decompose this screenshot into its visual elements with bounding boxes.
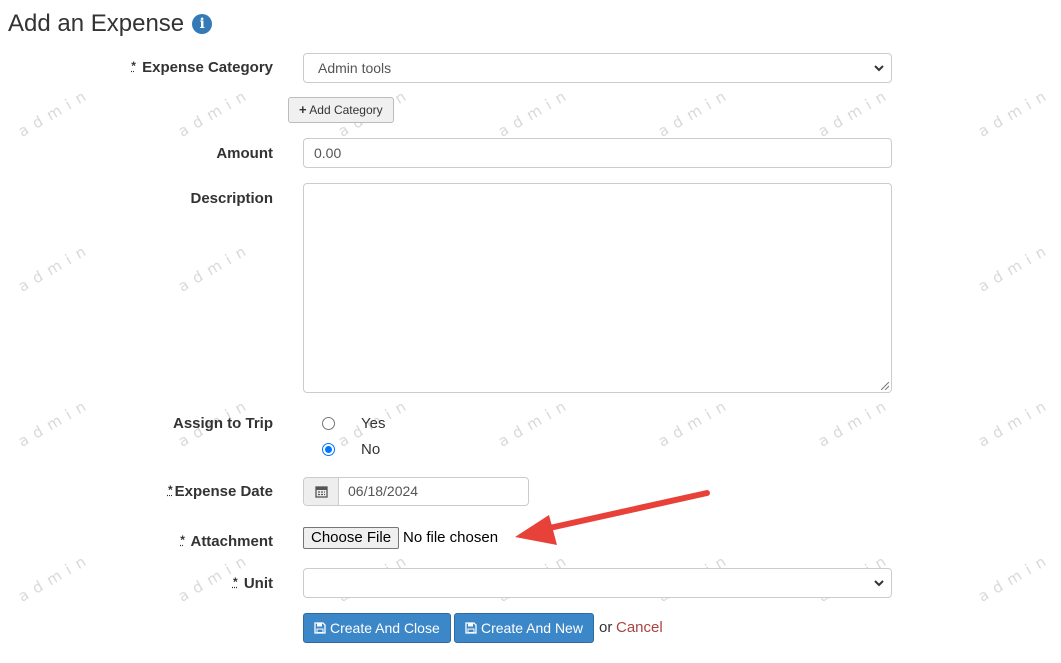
unit-label: * Unit (233, 575, 273, 592)
expense-category-label: * Expense Category (131, 59, 273, 76)
info-icon[interactable]: i (192, 14, 213, 34)
trip-yes-option[interactable]: Yes (322, 415, 385, 432)
or-text: or (599, 619, 613, 636)
required-marker: * (131, 59, 136, 73)
watermark-text: admin (975, 84, 1056, 141)
watermark-text: admin (975, 549, 1056, 606)
watermark-text: admin (175, 84, 256, 141)
attachment-label: * Attachment (180, 533, 273, 550)
unit-select[interactable] (303, 568, 892, 598)
save-icon (314, 622, 326, 634)
watermark-text: admin (655, 394, 736, 451)
watermark-text: admin (15, 239, 96, 296)
expense-date-group[interactable]: 06/18/2024 (303, 477, 529, 506)
watermark-text: admin (495, 84, 576, 141)
expense-date-label: * Expense Date (168, 483, 273, 500)
expense-date-label-text: Expense Date (174, 483, 273, 500)
required-marker: * (167, 483, 173, 497)
unit-label-text: Unit (243, 575, 273, 592)
chevron-down-icon (874, 65, 884, 72)
trip-yes-label: Yes (361, 415, 386, 432)
trip-no-label: No (361, 441, 381, 458)
resize-handle-icon[interactable] (881, 382, 889, 390)
watermark-text: admin (175, 239, 256, 296)
expense-category-select[interactable]: Admin tools (303, 53, 892, 83)
expense-category-label-text: Expense Category (142, 59, 273, 76)
cancel-link[interactable]: Cancel (616, 619, 663, 636)
watermark-text: admin (15, 394, 96, 451)
annotation-arrow (515, 490, 710, 545)
add-category-label: Add Category (309, 103, 383, 117)
amount-label: Amount (216, 145, 273, 162)
amount-input[interactable]: 0.00 (303, 138, 892, 168)
assign-to-trip-label: Assign to Trip (172, 415, 273, 432)
watermark-text: admin (815, 394, 896, 451)
description-label: Description (190, 190, 273, 207)
save-icon (465, 622, 477, 634)
create-and-new-label: Create And New (481, 620, 583, 636)
required-marker: * (232, 575, 238, 589)
create-and-close-button[interactable]: Create And Close (303, 613, 451, 643)
expense-date-input[interactable]: 06/18/2024 (339, 478, 418, 505)
description-textarea[interactable] (303, 183, 892, 393)
file-status: No file chosen (403, 529, 499, 546)
create-and-close-label: Create And Close (330, 620, 440, 636)
attachment-label-text: Attachment (190, 533, 273, 550)
add-category-button[interactable]: + Add Category (288, 97, 394, 123)
chevron-down-icon (874, 580, 884, 587)
watermark-text: admin (15, 549, 96, 606)
page-title: Add an Expense i (8, 10, 213, 38)
amount-value: 0.00 (314, 145, 342, 161)
watermark-text: admin (975, 394, 1056, 451)
watermark-text: admin (15, 84, 96, 141)
watermark-text: admin (815, 84, 896, 141)
plus-icon: + (299, 102, 307, 117)
trip-no-option[interactable]: No (322, 441, 380, 458)
page-title-text: Add an Expense (8, 10, 185, 37)
expense-category-value: Admin tools (318, 60, 392, 76)
watermark-text: admin (975, 239, 1056, 296)
calendar-icon[interactable] (304, 478, 339, 505)
watermark-text: admin (495, 394, 576, 451)
choose-file-button[interactable]: Choose File (303, 527, 400, 549)
required-marker: * (180, 533, 185, 547)
create-and-new-button[interactable]: Create And New (454, 613, 594, 643)
trip-no-radio[interactable] (322, 443, 335, 456)
trip-yes-radio[interactable] (322, 417, 335, 430)
watermark-text: admin (655, 84, 736, 141)
